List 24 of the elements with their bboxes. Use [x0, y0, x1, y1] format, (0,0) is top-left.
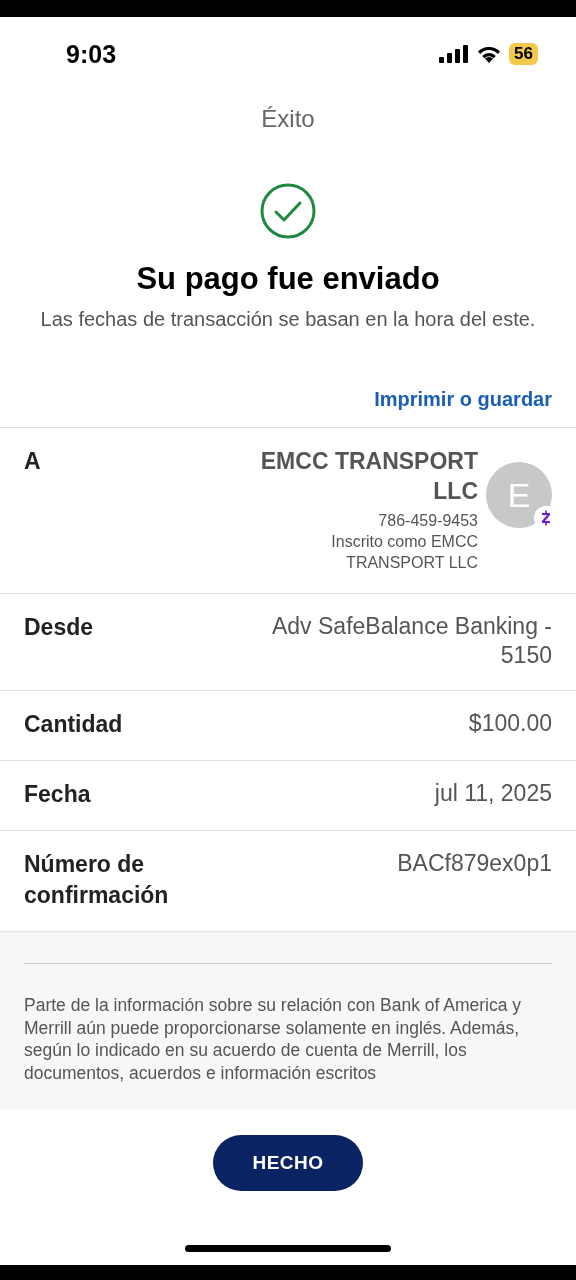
detail-value: $100.00: [468, 709, 552, 738]
battery-level: 56: [509, 43, 538, 65]
detail-value: BACf879ex0p1: [397, 849, 552, 878]
signal-icon: [439, 45, 470, 63]
checkmark-circle-icon: [260, 183, 316, 239]
detail-value: Adv SafeBalance Banking - 5150: [271, 612, 552, 670]
status-time: 9:03: [66, 39, 117, 69]
print-link[interactable]: Imprimir o guardar: [374, 388, 552, 411]
detail-value: jul 11, 2025: [434, 779, 552, 808]
success-heading: Su pago fue enviado: [136, 261, 440, 297]
recipient-name: EMCC TRANSPORT LLC: [259, 447, 478, 506]
disclaimer-text: Parte de la información sobre su relación con Bank of America y Merrill aún puede proporcionarse solamente en inglés. Además, según lo indicado en su acuerdo de cuenta de Merrill, los documentos, acuerdos e información escritos: [24, 994, 523, 1084]
wifi-icon: [476, 44, 503, 64]
home-indicator[interactable]: [185, 1245, 391, 1252]
screen-title: Éxito: [261, 105, 315, 133]
detail-label: Cantidad: [24, 710, 123, 739]
done-button[interactable]: HECHO: [213, 1135, 363, 1191]
detail-label: Desde: [24, 613, 94, 642]
timezone-note: Las fechas de transacción se basan en la hora del este.: [40, 307, 536, 332]
detail-label: Número de confirmación: [24, 850, 170, 910]
detail-label: Fecha: [24, 780, 91, 809]
detail-label: A: [24, 447, 41, 476]
recipient-phone: 786-459-9453: [378, 511, 478, 531]
enrollment-text: Inscrito como EMCC TRANSPORT LLC: [330, 532, 478, 573]
